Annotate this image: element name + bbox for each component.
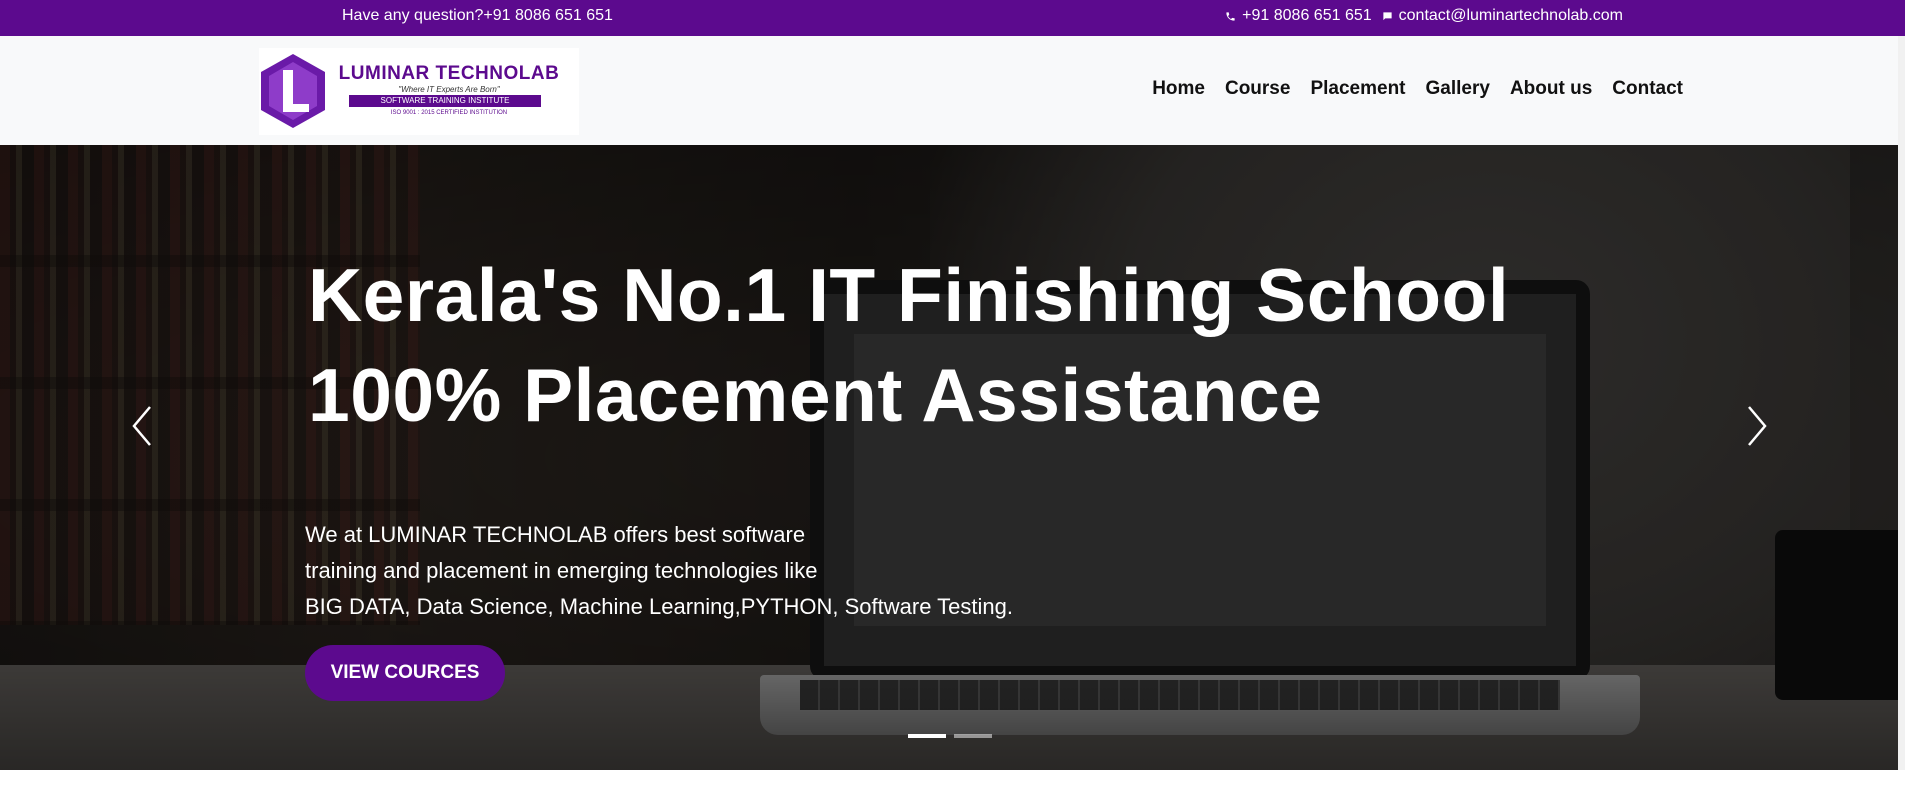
carousel-indicators bbox=[908, 734, 992, 738]
chat-icon bbox=[1383, 11, 1392, 20]
carousel-indicator-1[interactable] bbox=[908, 734, 946, 738]
question-text: Have any question?+91 8086 651 651 bbox=[342, 7, 613, 24]
hero-headline: Kerala's No.1 IT Finishing School 100% P… bbox=[308, 245, 1509, 445]
nav-course[interactable]: Course bbox=[1225, 78, 1290, 100]
carousel-prev-button[interactable] bbox=[128, 403, 158, 449]
email-text: contact@luminartechnolab.com bbox=[1398, 7, 1623, 24]
site-header: LUMINAR TECHNOLAB "Where IT Experts Are … bbox=[0, 36, 1898, 145]
logo-subtitle: SOFTWARE TRAINING INSTITUTE bbox=[349, 95, 541, 107]
view-courses-button[interactable]: VIEW COURCES bbox=[305, 645, 505, 701]
desc-line-2: training and placement in emerging techn… bbox=[305, 558, 818, 583]
chevron-right-icon bbox=[1748, 406, 1767, 446]
logo-mark-icon bbox=[261, 54, 325, 128]
logo[interactable]: LUMINAR TECHNOLAB "Where IT Experts Are … bbox=[259, 48, 579, 135]
logo-iso: ISO 9001 : 2015 CERTIFIED INSTITUTION bbox=[390, 110, 508, 116]
top-contact-bar: Have any question?+91 8086 651 651 +91 8… bbox=[0, 0, 1905, 36]
top-contacts: +91 8086 651 651 contact@luminartechnola… bbox=[1225, 7, 1623, 25]
carousel-next-button[interactable] bbox=[1741, 403, 1771, 449]
phone-icon bbox=[1226, 11, 1235, 21]
logo-tagline: "Where IT Experts Are Born" bbox=[398, 85, 500, 94]
headline-line-1: Kerala's No.1 IT Finishing School bbox=[308, 253, 1510, 337]
hero-description: We at LUMINAR TECHNOLAB offers best soft… bbox=[305, 517, 1013, 625]
nav-gallery[interactable]: Gallery bbox=[1426, 78, 1490, 100]
phone-contact[interactable]: +91 8086 651 651 bbox=[1225, 7, 1372, 25]
nav-home[interactable]: Home bbox=[1152, 78, 1205, 100]
nav-placement[interactable]: Placement bbox=[1310, 78, 1405, 100]
desc-line-1: We at LUMINAR TECHNOLAB offers best soft… bbox=[305, 522, 806, 547]
hero-carousel: Kerala's No.1 IT Finishing School 100% P… bbox=[0, 145, 1905, 770]
email-contact[interactable]: contact@luminartechnolab.com bbox=[1382, 7, 1623, 25]
logo-brand: LUMINAR TECHNOLAB bbox=[338, 63, 560, 84]
chevron-left-icon bbox=[132, 406, 151, 446]
headline-line-2: 100% Placement Assistance bbox=[308, 353, 1323, 437]
nav-about[interactable]: About us bbox=[1510, 78, 1592, 100]
page-scrollbar[interactable] bbox=[1898, 36, 1905, 770]
main-nav: Home Course Placement Gallery About us C… bbox=[1152, 78, 1683, 100]
desc-line-3: BIG DATA, Data Science, Machine Learning… bbox=[305, 594, 1013, 619]
nav-contact[interactable]: Contact bbox=[1612, 78, 1683, 100]
phone-text: +91 8086 651 651 bbox=[1242, 7, 1372, 24]
carousel-indicator-2[interactable] bbox=[954, 734, 992, 738]
hero-content: Kerala's No.1 IT Finishing School 100% P… bbox=[0, 145, 1905, 770]
